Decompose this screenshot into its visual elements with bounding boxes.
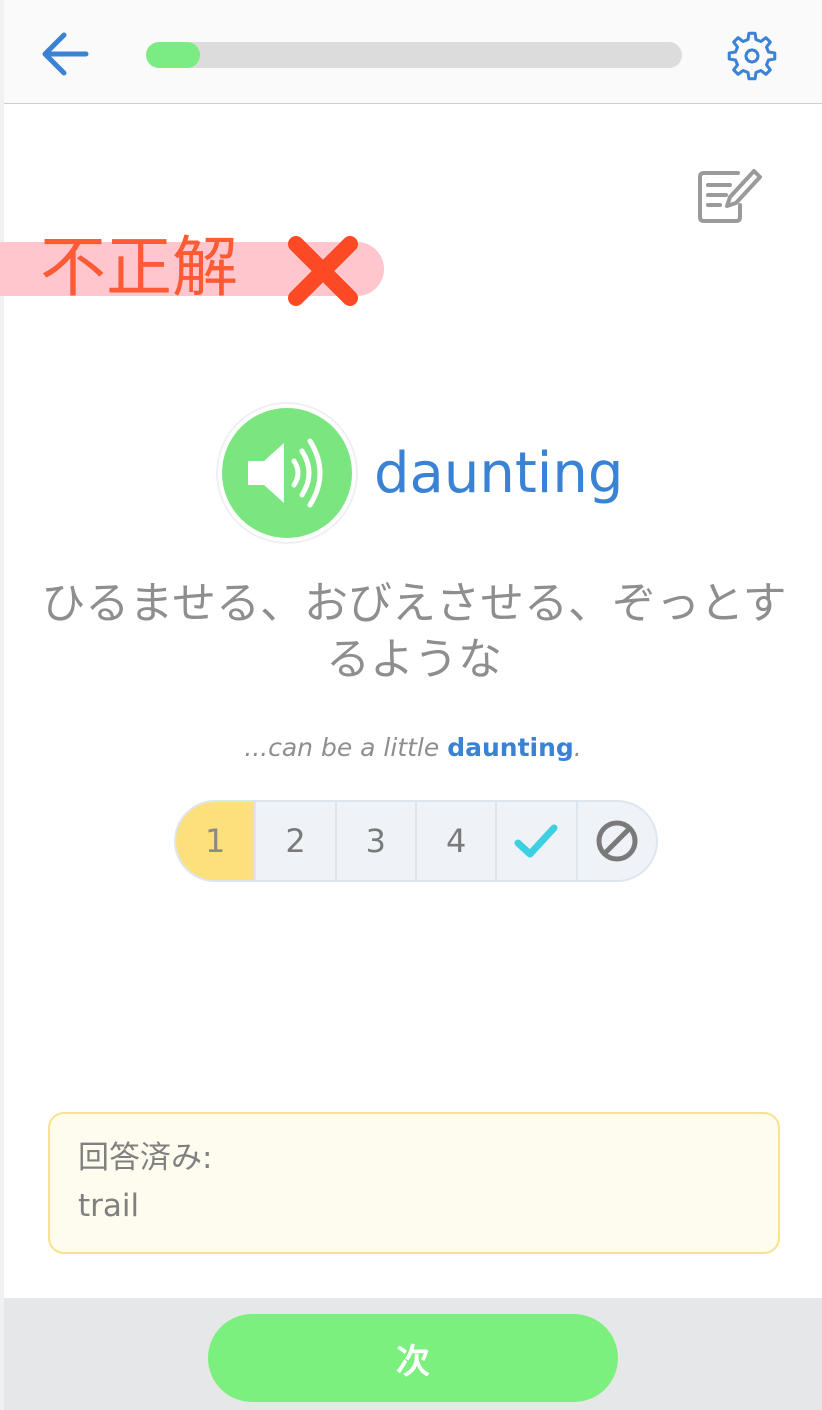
- rating-known-button[interactable]: [497, 802, 578, 880]
- next-button[interactable]: 次: [208, 1314, 618, 1402]
- edit-note-icon: [698, 169, 762, 223]
- answered-value: trail: [78, 1188, 140, 1224]
- vocab-word: daunting: [374, 441, 624, 506]
- example-prefix: ...can be a little: [244, 733, 448, 762]
- word-meaning: ひるませる、おびえさせる、ぞっとするような: [41, 578, 787, 685]
- checkmark-icon: [514, 824, 558, 858]
- progress-fill: [146, 42, 200, 68]
- audio-circle: [222, 408, 352, 538]
- cross-icon: [282, 230, 364, 312]
- example-suffix: .: [573, 733, 582, 762]
- rating-option-4[interactable]: 4: [417, 802, 498, 880]
- arrow-left-icon: [42, 32, 89, 76]
- audio-button[interactable]: [216, 402, 358, 544]
- app-screen: 不正解 daunting ひるませる、おびえさせる、ぞっとするような ...ca…: [0, 0, 822, 1410]
- rating-control: 1 2 3 4: [174, 800, 658, 882]
- speaker-icon: [248, 438, 323, 508]
- progress-bar: [146, 42, 682, 68]
- bottom-bar: 次: [4, 1298, 822, 1410]
- answered-label: 回答済み:: [78, 1140, 213, 1176]
- rating-option-3[interactable]: 3: [337, 802, 417, 880]
- result-label: 不正解: [40, 229, 238, 306]
- rating-skip-button[interactable]: [578, 802, 656, 880]
- note-button[interactable]: [694, 160, 766, 230]
- prohibited-icon: [596, 820, 638, 862]
- example-sentence: ...can be a little daunting.: [4, 728, 822, 768]
- back-button[interactable]: [34, 26, 96, 82]
- gear-icon: [727, 31, 777, 81]
- rating-option-2[interactable]: 2: [256, 802, 337, 880]
- top-bar: [4, 0, 822, 104]
- example-highlight: daunting: [447, 733, 574, 762]
- settings-button[interactable]: [720, 24, 784, 88]
- rating-option-1[interactable]: 1: [176, 802, 257, 880]
- answered-box: 回答済み: trail: [48, 1112, 780, 1254]
